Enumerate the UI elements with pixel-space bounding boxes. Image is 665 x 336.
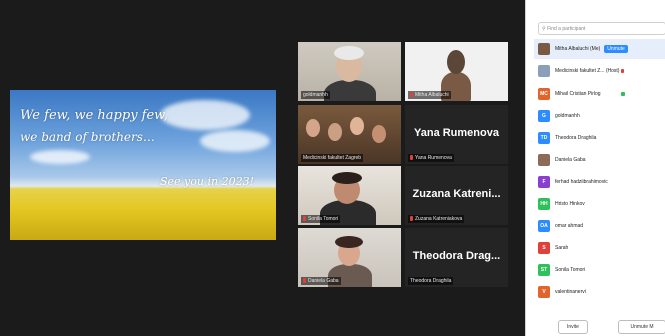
video-tile-medicinski[interactable]: Medicinski fakultet Zagreb xyxy=(298,105,401,164)
unmute-me-button[interactable]: Unmute M xyxy=(618,320,665,334)
video-tile-mitha[interactable]: Mitha Albaluchi xyxy=(405,42,508,101)
mic-muted-icon xyxy=(410,216,413,222)
tile-name-label: Zuzana Katreniakova xyxy=(408,215,465,223)
slide-text-line-2: we band of brothers… xyxy=(20,130,155,144)
avatar xyxy=(538,154,550,166)
video-tile-yana[interactable]: Yana Rumenova Yana Rumenova xyxy=(405,105,508,164)
participant-row[interactable]: Medicinski fakultet Z... (Host) xyxy=(534,61,665,81)
participant-name: Mihail Cristian Pirlog xyxy=(555,91,601,97)
tile-name-label: Medicinski fakultet Zagreb xyxy=(301,154,364,162)
avatar: OA xyxy=(538,220,550,232)
participant-name: omar ahmad xyxy=(555,223,584,229)
participant-row[interactable]: S Sarah xyxy=(534,238,665,258)
avatar xyxy=(538,65,550,77)
participant-row[interactable]: G goldmanhh xyxy=(534,106,665,126)
participant-row[interactable]: HH Hristo Hinkov xyxy=(534,194,665,214)
participant-name: goldmanhh xyxy=(555,113,580,119)
mic-muted-icon xyxy=(410,155,413,161)
participant-row[interactable]: V valentinanervi xyxy=(534,282,665,302)
tile-display-name: Yana Rumenova xyxy=(414,127,499,139)
participants-panel: ⚲ Find a participant Mitha Albaluchi (Me… xyxy=(525,0,665,336)
participant-row[interactable]: TD Theodora Draghila xyxy=(534,128,665,148)
participant-name: valentinanervi xyxy=(555,289,586,295)
video-tile-daniela[interactable]: Daniela Gaba xyxy=(298,228,401,287)
participant-name: Sonila Tomori xyxy=(555,267,586,273)
unmute-button[interactable]: Unmute xyxy=(604,45,628,53)
avatar: G xyxy=(538,110,550,122)
participant-name: Hristo Hinkov xyxy=(555,201,585,207)
tile-name-label: Yana Rumenova xyxy=(408,154,454,162)
tile-name-label: Mitha Albaluchi xyxy=(408,91,451,99)
avatar: S xyxy=(538,242,550,254)
video-tile-goldmanhh[interactable]: goldmanhh xyxy=(298,42,401,101)
shared-screen-slide: We few, we happy few, we band of brother… xyxy=(10,90,276,240)
invite-button[interactable]: Invite xyxy=(558,320,588,334)
avatar xyxy=(538,43,550,55)
tile-name-label: goldmanhh xyxy=(301,91,330,99)
video-tile-theodora[interactable]: Theodora Drag... Theodora Draghila xyxy=(405,228,508,287)
slide-text-line-1: We few, we happy few, xyxy=(20,108,168,123)
avatar: F xyxy=(538,176,550,188)
mic-muted-icon xyxy=(621,69,625,73)
participant-name: Mitha Albaluchi (Me) xyxy=(555,46,601,52)
participant-name: Medicinski fakultet Z... (Host) xyxy=(555,68,620,74)
participant-name: ferhad hadziibrahimovic xyxy=(555,179,608,185)
avatar: MC xyxy=(538,88,550,100)
avatar: TD xyxy=(538,132,550,144)
participant-row[interactable]: Mitha Albaluchi (Me) Unmute xyxy=(534,39,665,59)
avatar: ST xyxy=(538,264,550,276)
mic-muted-icon xyxy=(303,278,306,284)
tile-name-label: Daniela Gaba xyxy=(301,277,341,285)
video-tile-sonila[interactable]: Sonila Tomori xyxy=(298,166,401,225)
slide-text-line-3: See you in 2023! xyxy=(160,175,254,188)
tile-name-label: Sonila Tomori xyxy=(301,215,341,223)
mic-muted-icon xyxy=(303,216,306,222)
participant-name: Sarah xyxy=(555,245,569,251)
tile-display-name: Theodora Drag... xyxy=(412,250,501,262)
tile-name-label: Theodora Draghila xyxy=(408,277,454,285)
avatar: HH xyxy=(538,198,550,210)
participant-row[interactable]: ST Sonila Tomori xyxy=(534,260,665,280)
avatar: V xyxy=(538,286,550,298)
video-on-icon xyxy=(620,92,625,96)
participant-row[interactable]: Daniela Gaba xyxy=(534,150,665,170)
participant-name: Daniela Gaba xyxy=(555,157,586,163)
meeting-area: We few, we happy few, we band of brother… xyxy=(0,0,525,336)
mic-muted-icon xyxy=(410,92,413,98)
participant-row[interactable]: OA omar ahmad xyxy=(534,216,665,236)
participant-search-input[interactable]: ⚲ Find a participant xyxy=(538,22,665,35)
tile-display-name: Zuzana Katreni... xyxy=(412,188,501,200)
participant-row[interactable]: MC Mihail Cristian Pirlog xyxy=(534,84,665,104)
participant-row[interactable]: F ferhad hadziibrahimovic xyxy=(534,172,665,192)
video-tile-zuzana[interactable]: Zuzana Katreni... Zuzana Katreniakova xyxy=(405,166,508,225)
participant-name: Theodora Draghila xyxy=(555,135,597,141)
